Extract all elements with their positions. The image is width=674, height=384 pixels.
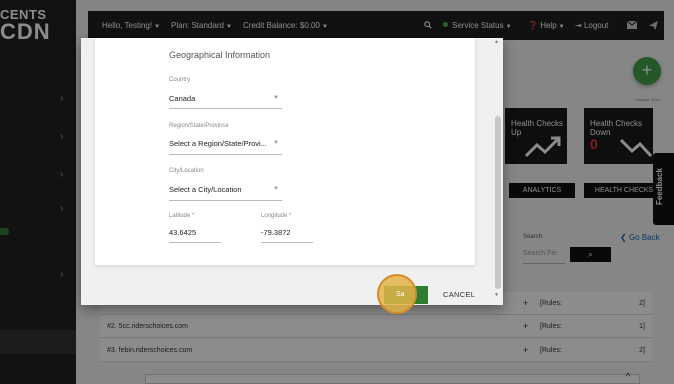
longitude-label: Longitude * xyxy=(261,213,292,219)
section-title: Geographical Information xyxy=(169,50,271,60)
city-underline xyxy=(169,200,282,201)
scroll-up-icon[interactable]: ▲ xyxy=(494,39,499,45)
caret-down-icon: ▼ xyxy=(273,140,279,146)
scroll-down-icon[interactable]: ▼ xyxy=(494,292,499,298)
geo-info-panel: Geographical Information Country Canada … xyxy=(95,38,475,265)
region-select[interactable]: Select a Region/State/Provi... xyxy=(169,139,267,148)
country-select[interactable]: Canada xyxy=(169,94,195,103)
latitude-label: Latitude * xyxy=(169,213,195,219)
country-label: Country xyxy=(169,77,191,83)
save-label: Sa xyxy=(396,291,405,298)
caret-down-icon: ▼ xyxy=(273,186,279,192)
region-label: Region/State/Province xyxy=(169,123,229,129)
click-highlight: Sa xyxy=(377,274,417,314)
cancel-button[interactable]: CANCEL xyxy=(443,290,475,299)
scroll-thumb[interactable] xyxy=(495,116,501,289)
longitude-underline xyxy=(261,242,313,243)
latitude-underline xyxy=(169,242,221,243)
caret-down-icon: ▼ xyxy=(273,95,279,101)
longitude-input[interactable]: -79.3872 xyxy=(261,228,291,237)
country-underline xyxy=(169,108,282,109)
location-modal: Geographical Information Country Canada … xyxy=(81,38,503,305)
latitude-input[interactable]: 43.6425 xyxy=(169,228,196,237)
city-label: City/Location xyxy=(169,168,204,174)
city-select[interactable]: Select a City/Location xyxy=(169,185,242,194)
region-underline xyxy=(169,154,282,155)
modal-scrollbar[interactable]: ▲ ▼ xyxy=(494,38,502,298)
